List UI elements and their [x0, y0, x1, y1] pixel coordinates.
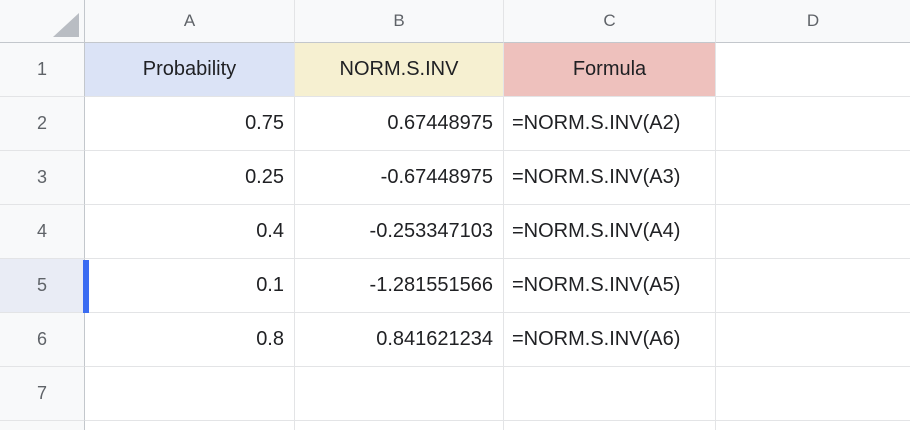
cell-A1[interactable]: Probability	[85, 43, 295, 97]
cell-A7[interactable]	[85, 367, 295, 421]
cell-A5[interactable]: 0.1	[85, 259, 295, 313]
cell-B1[interactable]: NORM.S.INV	[295, 43, 504, 97]
cell-B4[interactable]: -0.253347103	[295, 205, 504, 259]
cell-C4[interactable]: =NORM.S.INV(A4)	[504, 205, 716, 259]
row-header-6[interactable]: 6	[0, 313, 85, 367]
sheet-row-7: 7	[0, 367, 910, 421]
cell-D6[interactable]	[716, 313, 910, 367]
cell-C7[interactable]	[504, 367, 716, 421]
cell-D5[interactable]	[716, 259, 910, 313]
cell-C2[interactable]: =NORM.S.INV(A2)	[504, 97, 716, 151]
row-header-8[interactable]	[0, 421, 85, 430]
spreadsheet-grid: A B C D 1 Probability NORM.S.INV Formula…	[0, 0, 910, 430]
sheet-row-3: 3 0.25 -0.67448975 =NORM.S.INV(A3)	[0, 151, 910, 205]
cell-C3[interactable]: =NORM.S.INV(A3)	[504, 151, 716, 205]
row-header-5[interactable]: 5	[0, 259, 85, 313]
select-all-corner[interactable]	[0, 0, 85, 43]
cell-B3[interactable]: -0.67448975	[295, 151, 504, 205]
row-header-1[interactable]: 1	[0, 43, 85, 97]
row-selection-indicator	[83, 260, 89, 313]
cell-C5[interactable]: =NORM.S.INV(A5)	[504, 259, 716, 313]
row-header-4[interactable]: 4	[0, 205, 85, 259]
row-header-7[interactable]: 7	[0, 367, 85, 421]
sheet-row-8-partial	[0, 421, 910, 430]
cell-B5[interactable]: -1.281551566	[295, 259, 504, 313]
sheet-row-4: 4 0.4 -0.253347103 =NORM.S.INV(A4)	[0, 205, 910, 259]
row-header-3[interactable]: 3	[0, 151, 85, 205]
cell-D1[interactable]	[716, 43, 910, 97]
cell-A8[interactable]	[85, 421, 295, 430]
cell-A3[interactable]: 0.25	[85, 151, 295, 205]
cell-B6[interactable]: 0.841621234	[295, 313, 504, 367]
select-all-triangle-icon	[53, 13, 79, 37]
cell-D3[interactable]	[716, 151, 910, 205]
sheet-row-5: 5 0.1 -1.281551566 =NORM.S.INV(A5)	[0, 259, 910, 313]
cell-D7[interactable]	[716, 367, 910, 421]
cell-B8[interactable]	[295, 421, 504, 430]
cell-B2[interactable]: 0.67448975	[295, 97, 504, 151]
column-header-a[interactable]: A	[85, 0, 295, 43]
column-header-row: A B C D	[0, 0, 910, 43]
row-header-2[interactable]: 2	[0, 97, 85, 151]
cell-C6[interactable]: =NORM.S.INV(A6)	[504, 313, 716, 367]
cell-C1[interactable]: Formula	[504, 43, 716, 97]
cell-C8[interactable]	[504, 421, 716, 430]
cell-A2[interactable]: 0.75	[85, 97, 295, 151]
sheet-row-1: 1 Probability NORM.S.INV Formula	[0, 43, 910, 97]
cell-A4[interactable]: 0.4	[85, 205, 295, 259]
column-header-d[interactable]: D	[716, 0, 910, 43]
cell-B7[interactable]	[295, 367, 504, 421]
sheet-row-6: 6 0.8 0.841621234 =NORM.S.INV(A6)	[0, 313, 910, 367]
column-header-c[interactable]: C	[504, 0, 716, 43]
cell-A6[interactable]: 0.8	[85, 313, 295, 367]
cell-D2[interactable]	[716, 97, 910, 151]
sheet-row-2: 2 0.75 0.67448975 =NORM.S.INV(A2)	[0, 97, 910, 151]
cell-D4[interactable]	[716, 205, 910, 259]
column-header-b[interactable]: B	[295, 0, 504, 43]
cell-D8[interactable]	[716, 421, 910, 430]
